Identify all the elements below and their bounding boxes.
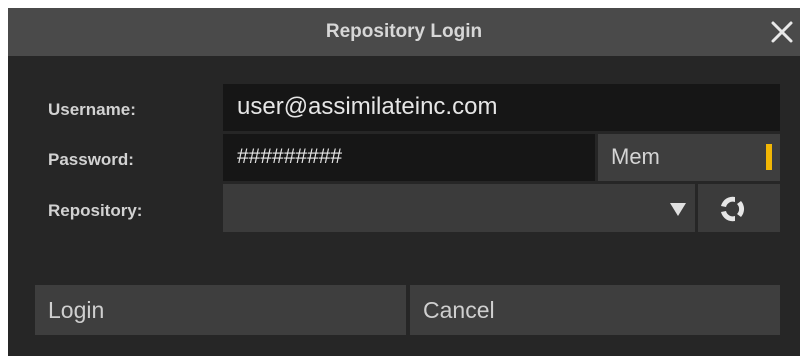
repository-login-dialog: Repository Login Username: user@assimila…: [8, 8, 800, 356]
refresh-repository-button[interactable]: [698, 184, 780, 232]
remember-button[interactable]: Mem: [598, 134, 780, 181]
password-label: Password:: [48, 150, 134, 169]
close-button[interactable]: [768, 18, 796, 46]
refresh-icon: [721, 196, 745, 222]
dialog-title: Repository Login: [325, 21, 483, 42]
title-bar: Repository Login: [8, 8, 800, 56]
close-icon: [771, 21, 793, 43]
cancel-button[interactable]: Cancel: [410, 285, 780, 335]
remember-indicator: [766, 144, 772, 170]
username-label: Username:: [48, 100, 136, 119]
remember-label: Mem: [611, 144, 660, 169]
username-input[interactable]: user@assimilateinc.com: [223, 84, 780, 131]
chevron-down-icon: [670, 203, 686, 216]
repository-label: Repository:: [48, 201, 143, 220]
password-input[interactable]: #########: [223, 134, 595, 181]
login-button[interactable]: Login: [35, 285, 406, 335]
repository-select[interactable]: [223, 184, 695, 232]
